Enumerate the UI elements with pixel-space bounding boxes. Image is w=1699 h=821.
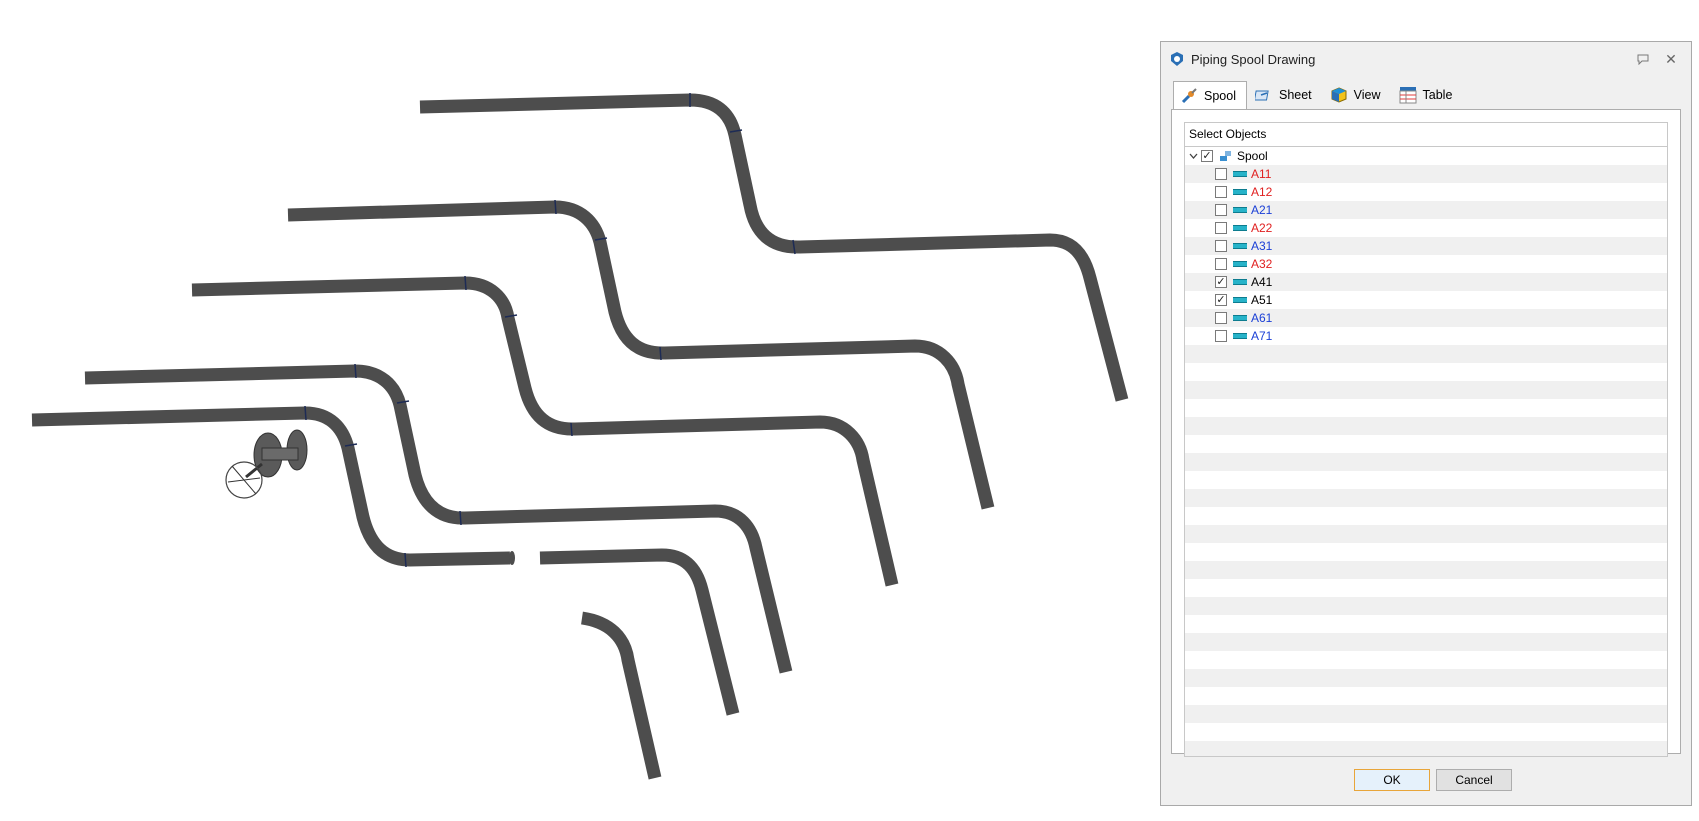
empty-row [1185,435,1667,453]
empty-row [1185,471,1667,489]
empty-row [1185,381,1667,399]
empty-row [1185,723,1667,741]
tree-item[interactable]: A32 [1185,255,1667,273]
bom-table-icon [1399,87,1417,104]
tab-table[interactable]: Table [1393,82,1463,108]
pipe-icon [1233,257,1247,271]
empty-row [1185,561,1667,579]
spool-icon [1181,88,1197,104]
empty-row [1185,615,1667,633]
pipe-icon [1233,185,1247,199]
empty-row [1185,453,1667,471]
empty-row [1185,525,1667,543]
sheet-icon [1254,90,1269,101]
item-checkbox[interactable] [1215,276,1227,288]
view-cube-icon [1331,87,1347,103]
empty-rows [1185,345,1667,756]
pipe-icon [1233,275,1247,289]
item-checkbox[interactable] [1215,186,1227,198]
tree-item[interactable]: A11 [1185,165,1667,183]
pipe-icon [1233,203,1247,217]
item-checkbox[interactable] [1215,294,1227,306]
pipe-icon [1233,167,1247,181]
empty-row [1185,543,1667,561]
tree-item[interactable]: A22 [1185,219,1667,237]
empty-row [1185,345,1667,363]
help-chat-icon[interactable] [1635,51,1651,67]
item-checkbox[interactable] [1215,330,1227,342]
pipe-model-canvas[interactable] [0,0,1160,821]
item-checkbox[interactable] [1215,168,1227,180]
tree-item[interactable]: A31 [1185,237,1667,255]
app-icon [1171,52,1183,66]
item-checkbox[interactable] [1215,240,1227,252]
pipe-end-cap [509,551,515,565]
tab-spool[interactable]: Spool [1173,81,1247,110]
dialog-titlebar[interactable]: Piping Spool Drawing ✕ [1161,42,1691,76]
item-checkbox[interactable] [1215,312,1227,324]
pipe-icon [1233,221,1247,235]
empty-row [1185,489,1667,507]
tree-rows: Spool A11 A12 A21 A22 A31 A32 A41 A51 A6… [1185,147,1667,345]
cancel-button[interactable]: Cancel [1436,769,1512,791]
spool-tree-icon [1219,149,1233,163]
pipe-icon [1233,293,1247,307]
pipe-icon [1233,239,1247,253]
empty-row [1185,417,1667,435]
tree-item[interactable]: A71 [1185,327,1667,345]
empty-row [1185,399,1667,417]
tab-sheet[interactable]: Sheet [1249,82,1322,108]
empty-row [1185,651,1667,669]
ok-button[interactable]: OK [1354,769,1430,791]
valve-icon[interactable] [225,429,308,499]
dialog-footer: OK Cancel [1161,759,1691,805]
pipe-icon [1233,311,1247,325]
item-checkbox[interactable] [1215,222,1227,234]
empty-row [1185,579,1667,597]
dialog-title: Piping Spool Drawing [1191,51,1316,67]
item-checkbox[interactable] [1215,258,1227,270]
tree-item[interactable]: A41 [1185,273,1667,291]
empty-row [1185,507,1667,525]
close-icon[interactable]: ✕ [1663,51,1679,67]
item-checkbox[interactable] [1215,204,1227,216]
empty-row [1185,363,1667,381]
empty-row [1185,705,1667,723]
tree-root-spool[interactable]: Spool [1185,147,1667,165]
empty-row [1185,669,1667,687]
empty-row [1185,741,1667,756]
empty-row [1185,633,1667,651]
empty-row [1185,597,1667,615]
pipe-icon [1233,329,1247,343]
tab-bar: Spool Sheet View Table [1173,81,1464,110]
piping-spool-dialog: Piping Spool Drawing ✕ Spool Sheet View [1160,41,1692,806]
tree-item[interactable]: A61 [1185,309,1667,327]
tree-header: Select Objects [1185,123,1667,147]
empty-row [1185,687,1667,705]
weld-marks [304,93,796,568]
root-checkbox[interactable] [1201,150,1213,162]
spool-tab-panel: Select Objects Spool A11 A12 A21 A22 [1171,109,1681,757]
tree-item[interactable]: A51 [1185,291,1667,309]
tree-item[interactable]: A12 [1185,183,1667,201]
pipe-run[interactable] [580,611,662,780]
tree-item[interactable]: A21 [1185,201,1667,219]
3d-viewport[interactable] [0,0,1160,821]
chevron-down-icon[interactable] [1187,149,1199,163]
select-objects-tree[interactable]: Select Objects Spool A11 A12 A21 A22 [1184,122,1668,757]
tab-view[interactable]: View [1324,82,1391,108]
pipe-run[interactable] [287,200,995,510]
